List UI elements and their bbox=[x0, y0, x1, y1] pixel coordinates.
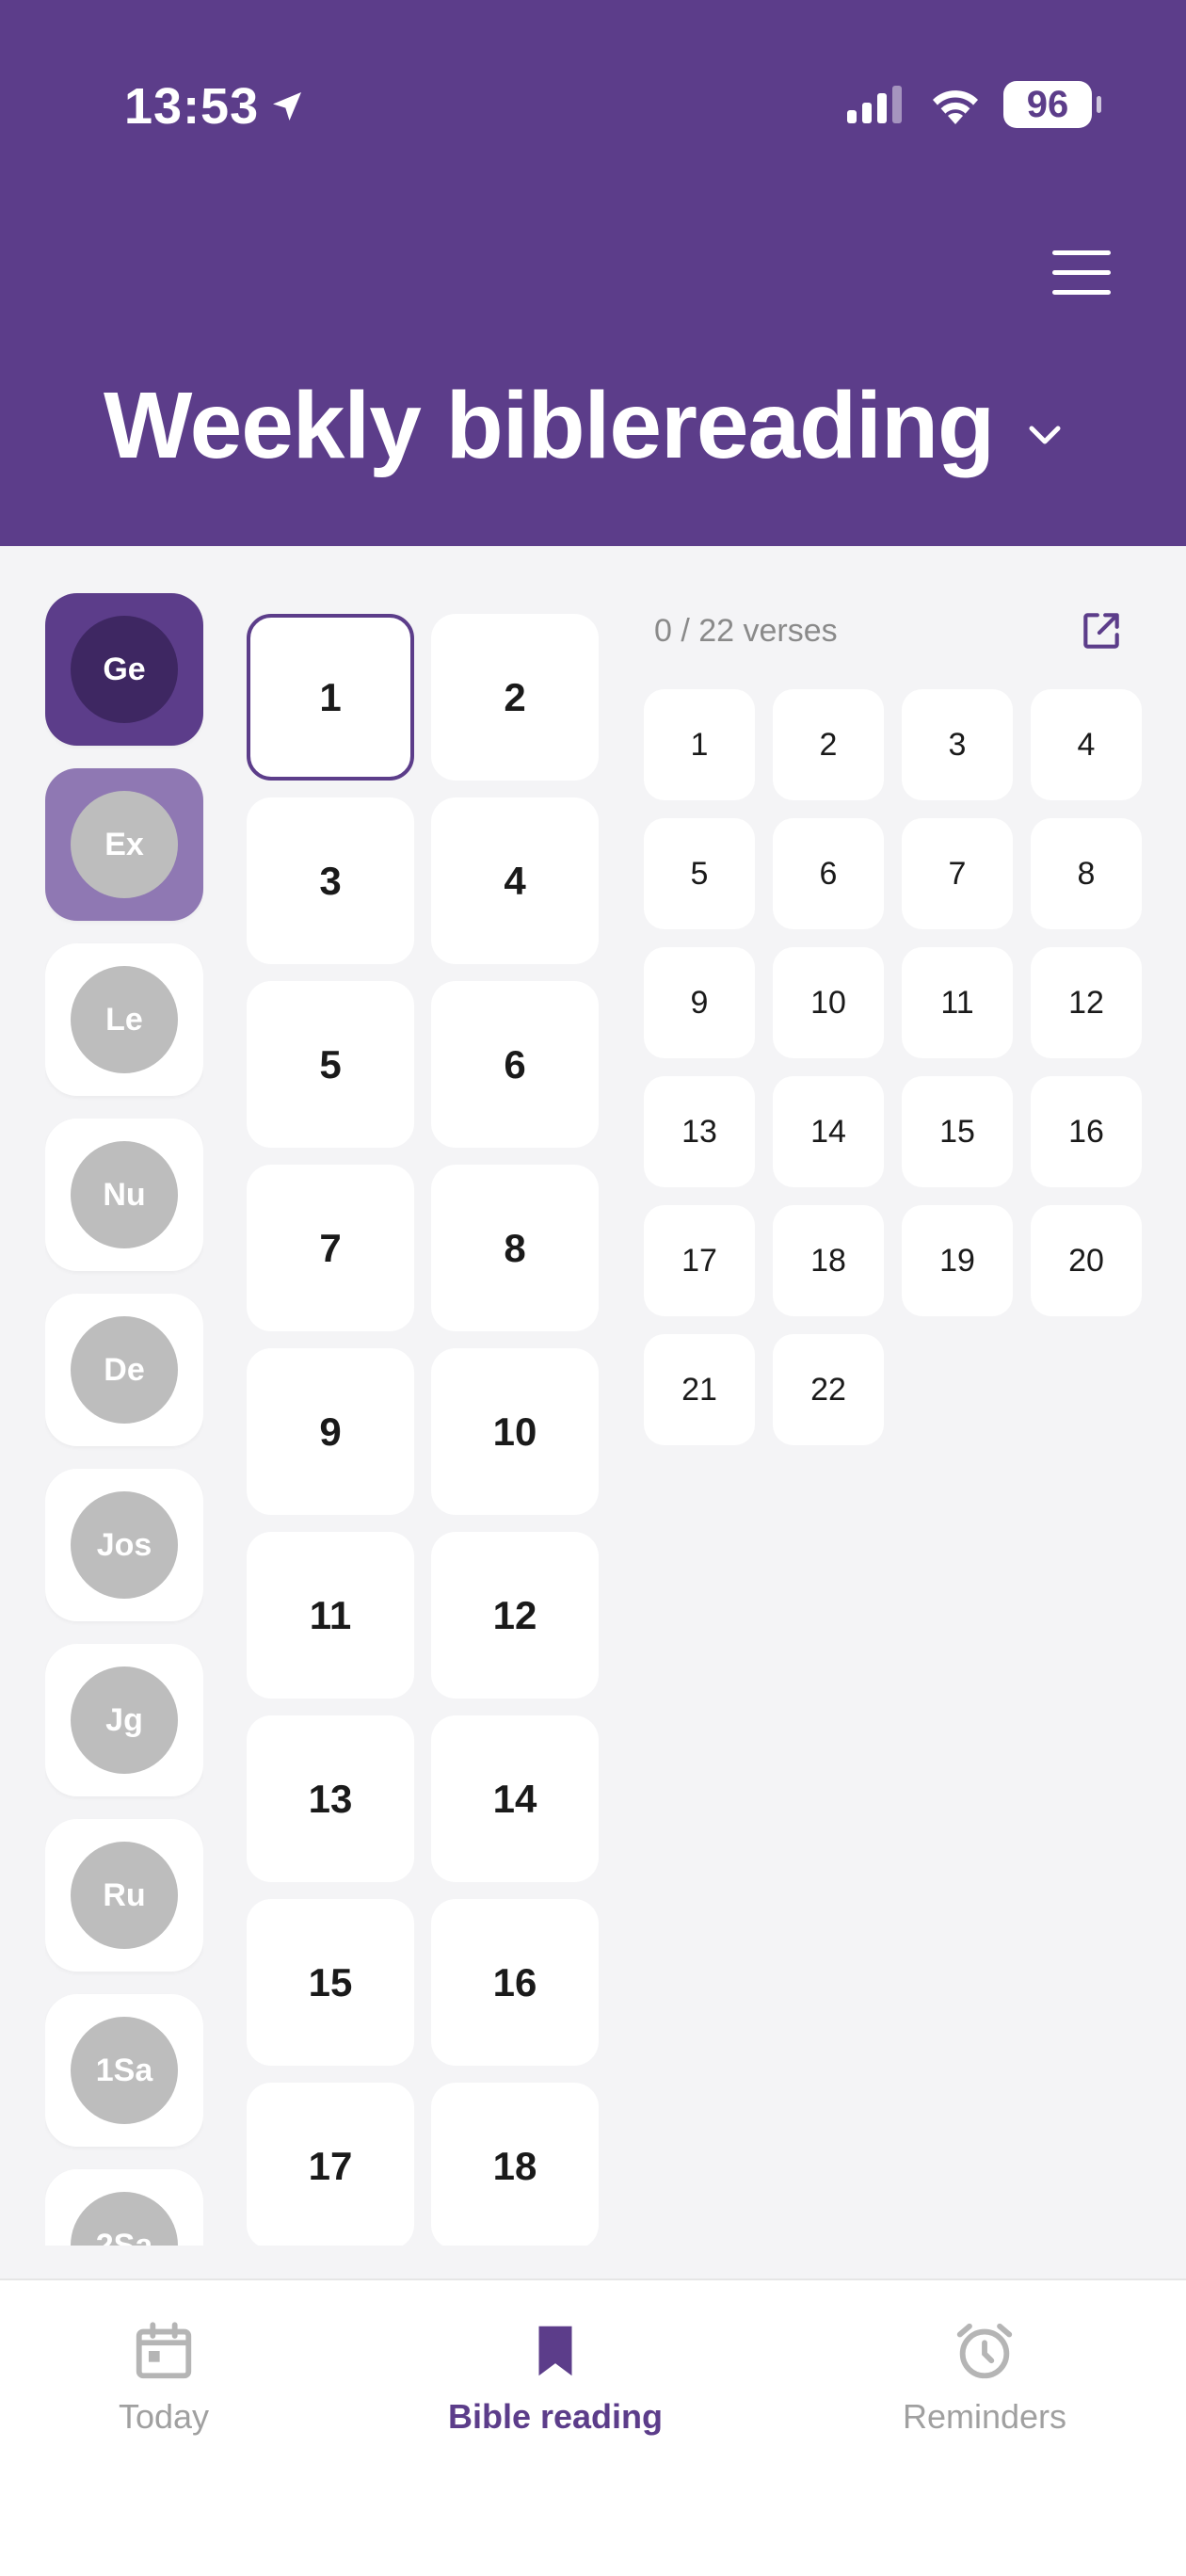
verse-button[interactable]: 21 bbox=[644, 1334, 755, 1445]
battery-indicator: 96 bbox=[1003, 81, 1101, 128]
book-item[interactable]: Jg bbox=[45, 1644, 203, 1796]
verse-button[interactable]: 13 bbox=[644, 1076, 755, 1187]
verse-button[interactable]: 19 bbox=[902, 1205, 1013, 1316]
bookmark-icon bbox=[538, 2326, 572, 2376]
chapter-button[interactable]: 8 bbox=[431, 1165, 599, 1331]
verse-button[interactable]: 1 bbox=[644, 689, 755, 800]
chapter-button[interactable]: 14 bbox=[431, 1715, 599, 1882]
verse-button[interactable]: 5 bbox=[644, 818, 755, 929]
book-item[interactable]: 2Sa bbox=[45, 2169, 203, 2246]
chapter-button[interactable]: 18 bbox=[431, 2083, 599, 2246]
cellular-signal-icon bbox=[847, 86, 902, 123]
plan-selector[interactable]: Weekly biblereading bbox=[104, 372, 1064, 480]
book-list[interactable]: Ge Ex Le Nu De Jos Jg Ru 1Sa 2Sa bbox=[45, 593, 203, 2246]
verse-button[interactable]: 10 bbox=[773, 947, 884, 1058]
status-time: 13:53 bbox=[124, 78, 260, 135]
page-title: Weekly biblereading bbox=[104, 373, 995, 478]
calendar-icon bbox=[136, 2322, 192, 2379]
book-abbreviation: Ru bbox=[71, 1842, 178, 1949]
header: 13:53 96 Weekly biblereading bbox=[0, 0, 1186, 546]
book-abbreviation: Le bbox=[71, 966, 178, 1073]
book-abbreviation: Jg bbox=[71, 1666, 178, 1774]
tab-today[interactable]: Today bbox=[13, 2318, 314, 2437]
chapter-button[interactable]: 7 bbox=[247, 1165, 414, 1331]
book-item[interactable]: Ge bbox=[45, 593, 203, 746]
chapter-button[interactable]: 13 bbox=[247, 1715, 414, 1882]
chapter-grid[interactable]: 1234567891011121314151617181920 bbox=[247, 614, 601, 2246]
book-item[interactable]: Ru bbox=[45, 1819, 203, 1972]
tab-bar: Today Bible reading Reminders bbox=[0, 2278, 1186, 2576]
book-item[interactable]: Le bbox=[45, 943, 203, 1096]
verses-header: 0 / 22 verses bbox=[654, 603, 1125, 659]
book-abbreviation: Ge bbox=[71, 616, 178, 723]
location-arrow-icon bbox=[273, 92, 302, 121]
book-abbreviation: De bbox=[71, 1316, 178, 1424]
book-item[interactable]: Ex bbox=[45, 768, 203, 921]
book-item[interactable]: Jos bbox=[45, 1469, 203, 1621]
chevron-down-icon bbox=[1029, 426, 1061, 443]
chapter-button[interactable]: 16 bbox=[431, 1899, 599, 2066]
chapter-button[interactable]: 9 bbox=[247, 1348, 414, 1515]
status-indicators: 96 bbox=[847, 81, 1101, 128]
battery-level: 96 bbox=[1026, 83, 1069, 125]
tab-label: Today bbox=[118, 2397, 210, 2436]
hamburger-menu-icon[interactable] bbox=[1052, 249, 1111, 298]
wifi-icon bbox=[933, 90, 978, 124]
book-abbreviation: 1Sa bbox=[71, 2017, 178, 2124]
chapter-button[interactable]: 10 bbox=[431, 1348, 599, 1515]
verses-count: 0 / 22 verses bbox=[654, 612, 838, 649]
book-abbreviation: Ex bbox=[71, 791, 178, 898]
verse-button[interactable]: 3 bbox=[902, 689, 1013, 800]
verse-button[interactable]: 17 bbox=[644, 1205, 755, 1316]
verse-button[interactable]: 8 bbox=[1031, 818, 1142, 929]
tab-bible-reading[interactable]: Bible reading bbox=[405, 2318, 706, 2437]
verse-button[interactable]: 12 bbox=[1031, 947, 1142, 1058]
verse-button[interactable]: 4 bbox=[1031, 689, 1142, 800]
chapter-button[interactable]: 6 bbox=[431, 981, 599, 1148]
verse-button[interactable]: 16 bbox=[1031, 1076, 1142, 1187]
chapter-button[interactable]: 2 bbox=[431, 614, 599, 781]
verse-button[interactable]: 9 bbox=[644, 947, 755, 1058]
book-item[interactable]: 1Sa bbox=[45, 1994, 203, 2147]
verse-button[interactable]: 2 bbox=[773, 689, 884, 800]
verse-button[interactable]: 6 bbox=[773, 818, 884, 929]
chapter-button[interactable]: 3 bbox=[247, 797, 414, 964]
chapter-button[interactable]: 15 bbox=[247, 1899, 414, 2066]
chapter-button[interactable]: 1 bbox=[247, 614, 414, 781]
verse-button[interactable]: 15 bbox=[902, 1076, 1013, 1187]
chapter-button[interactable]: 12 bbox=[431, 1532, 599, 1699]
chapter-button[interactable]: 5 bbox=[247, 981, 414, 1148]
verse-button[interactable]: 7 bbox=[902, 818, 1013, 929]
verse-grid[interactable]: 1 2 3 4 5 6 7 8 9 10 11 12 13 14 15 16 17 18 19 20 21 22 bbox=[644, 689, 1143, 1445]
chapter-button[interactable]: 17 bbox=[247, 2083, 414, 2246]
verse-button[interactable]: 22 bbox=[773, 1334, 884, 1445]
tab-reminders[interactable]: Reminders bbox=[834, 2318, 1135, 2437]
chapter-button[interactable]: 11 bbox=[247, 1532, 414, 1699]
open-external-icon[interactable] bbox=[1078, 607, 1125, 654]
alarm-clock-icon bbox=[956, 2323, 1013, 2379]
book-item[interactable]: De bbox=[45, 1294, 203, 1446]
tab-label: Bible reading bbox=[447, 2397, 664, 2436]
chapter-button[interactable]: 4 bbox=[431, 797, 599, 964]
verse-button[interactable]: 11 bbox=[902, 947, 1013, 1058]
book-abbreviation: 2Sa bbox=[71, 2192, 178, 2246]
book-abbreviation: Jos bbox=[71, 1491, 178, 1599]
book-abbreviation: Nu bbox=[71, 1141, 178, 1248]
verse-button[interactable]: 14 bbox=[773, 1076, 884, 1187]
status-time-group: 13:53 bbox=[124, 77, 306, 136]
app-screen: 13:53 96 Weekly biblereading Ge Ex Le Nu… bbox=[0, 0, 1186, 2576]
tab-label: Reminders bbox=[902, 2397, 1067, 2436]
book-item[interactable]: Nu bbox=[45, 1119, 203, 1271]
verse-button[interactable]: 18 bbox=[773, 1205, 884, 1316]
verse-button[interactable]: 20 bbox=[1031, 1205, 1142, 1316]
